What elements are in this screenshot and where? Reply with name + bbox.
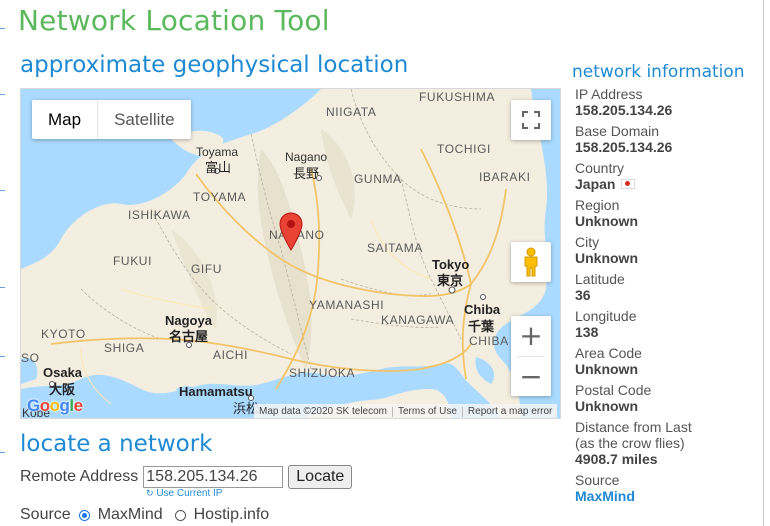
locate-button[interactable]: Locate [288, 465, 353, 489]
map-label-city-kanji: 千葉 [468, 319, 495, 334]
ip-address-label: IP Address [575, 86, 643, 102]
report-map-error-link[interactable]: Report a map error [463, 404, 557, 418]
country-row: Japan [575, 176, 755, 192]
map-type-control: Map Satellite [32, 100, 191, 139]
map-label-city: Nagano [285, 150, 328, 164]
network-info-heading: network information [572, 62, 745, 82]
maxmind-radio[interactable] [78, 509, 90, 521]
location-marker-icon[interactable] [279, 212, 303, 252]
country-label: Country [575, 160, 625, 176]
map-label-region: ISHIKAWA [128, 208, 191, 222]
fullscreen-button[interactable] [511, 100, 551, 140]
map-label-region: KYOTO [41, 327, 86, 341]
right-edge-divider [763, 0, 764, 526]
map-label-region: YAMANASHI [309, 298, 385, 312]
source-label: Source [20, 506, 71, 523]
map-label-region: GIFU [191, 262, 223, 276]
hostip-radio[interactable] [174, 509, 186, 521]
latitude-value: 36 [575, 287, 591, 303]
map-label-city-kanji: 長野 [293, 166, 320, 181]
refresh-icon: ↻ [146, 488, 154, 498]
source-info-link[interactable]: MaxMind [575, 488, 755, 504]
zoom-control: + − [511, 316, 551, 396]
map-label-region: SAITAMA [367, 241, 423, 255]
map-label-region: KANAGAWA [381, 313, 455, 327]
left-edge-strip [0, 0, 6, 526]
remote-address-label: Remote Address [20, 468, 139, 485]
terms-of-use-link[interactable]: Terms of Use [393, 404, 462, 418]
remote-address-input[interactable] [143, 466, 284, 488]
japan-flag-icon [621, 179, 636, 190]
page-title: Network Location Tool [18, 4, 330, 37]
geo-location-heading: approximate geophysical location [20, 52, 409, 78]
pegman-icon [524, 247, 538, 277]
network-info-panel: IP Address 158.205.134.26 Base Domain 15… [575, 86, 755, 509]
map-label-region: SHIGA [104, 341, 145, 355]
map-attribution-bar: Map data ©2020 SK telecom Terms of Use R… [254, 404, 558, 418]
base-domain-label: Base Domain [575, 123, 660, 139]
area-code-label: Area Code [575, 345, 642, 361]
hostip-option-label[interactable]: Hostip.info [194, 506, 270, 524]
google-logo: Google [27, 396, 83, 415]
map-panel[interactable]: NIIGATA FUKUSHIMA TOCHIGI GUNMA IBARAKI … [20, 88, 561, 419]
locate-network-heading: locate a network [20, 431, 213, 457]
use-current-ip-link[interactable]: ↻ Use Current IP [146, 488, 222, 499]
map-label-region: NIIGATA [326, 105, 377, 119]
longitude-label: Longitude [575, 308, 637, 324]
map-label-region: FUKUI [113, 254, 152, 268]
source-info-label: Source [575, 472, 620, 488]
base-domain-value: 158.205.134.26 [575, 139, 673, 155]
source-row: Source MaxMind Hostip.info [20, 506, 269, 524]
street-view-pegman-button[interactable] [511, 242, 551, 282]
ip-address-value: 158.205.134.26 [575, 102, 673, 118]
use-current-ip-label: Use Current IP [156, 488, 223, 499]
distance-label: Distance from Last (as the crow flies) [575, 419, 692, 451]
map-label-region: CHIBA [469, 334, 509, 348]
longitude-value: 138 [575, 324, 599, 340]
map-label-city: Hamamatsu [179, 384, 253, 399]
map-label-region: FUKUSHIMA [419, 90, 496, 104]
map-label-city-kanji: 富山 [205, 160, 232, 175]
map-type-satellite-button[interactable]: Satellite [98, 100, 190, 139]
map-label-city: Chiba [464, 302, 501, 317]
map-label-region: IBARAKI [479, 170, 531, 184]
maxmind-option-label[interactable]: MaxMind [98, 506, 163, 524]
area-code-value: Unknown [575, 361, 638, 377]
remote-address-row: Remote Address Locate [20, 465, 353, 489]
latitude-label: Latitude [575, 271, 625, 287]
map-label-region: TOYAMA [193, 190, 247, 204]
postal-code-label: Postal Code [575, 382, 652, 398]
region-label: Region [575, 197, 620, 213]
city-value: Unknown [575, 250, 638, 266]
map-data-attribution: Map data ©2020 SK telecom [259, 406, 387, 417]
zoom-out-button[interactable]: − [511, 356, 551, 396]
fullscreen-icon [522, 111, 540, 129]
map-label-city-kanji: 名古屋 [169, 329, 209, 344]
map-label-region: GUNMA [354, 172, 402, 186]
city-label: City [575, 234, 600, 250]
distance-value: 4908.7 miles [575, 451, 658, 467]
map-label-city: Osaka [43, 365, 83, 380]
country-value: Japan [575, 176, 616, 192]
map-label-city-kanji: 東京 [437, 273, 464, 288]
map-label-region: SHIZUOKA [289, 366, 356, 380]
map-type-map-button[interactable]: Map [32, 100, 99, 139]
map-label-region: AICHI [213, 348, 249, 362]
zoom-in-button[interactable]: + [511, 316, 551, 356]
region-value: Unknown [575, 213, 638, 229]
map-label-region: SO [21, 351, 40, 365]
map-label-region: TOCHIGI [437, 142, 491, 156]
postal-code-value: Unknown [575, 398, 638, 414]
